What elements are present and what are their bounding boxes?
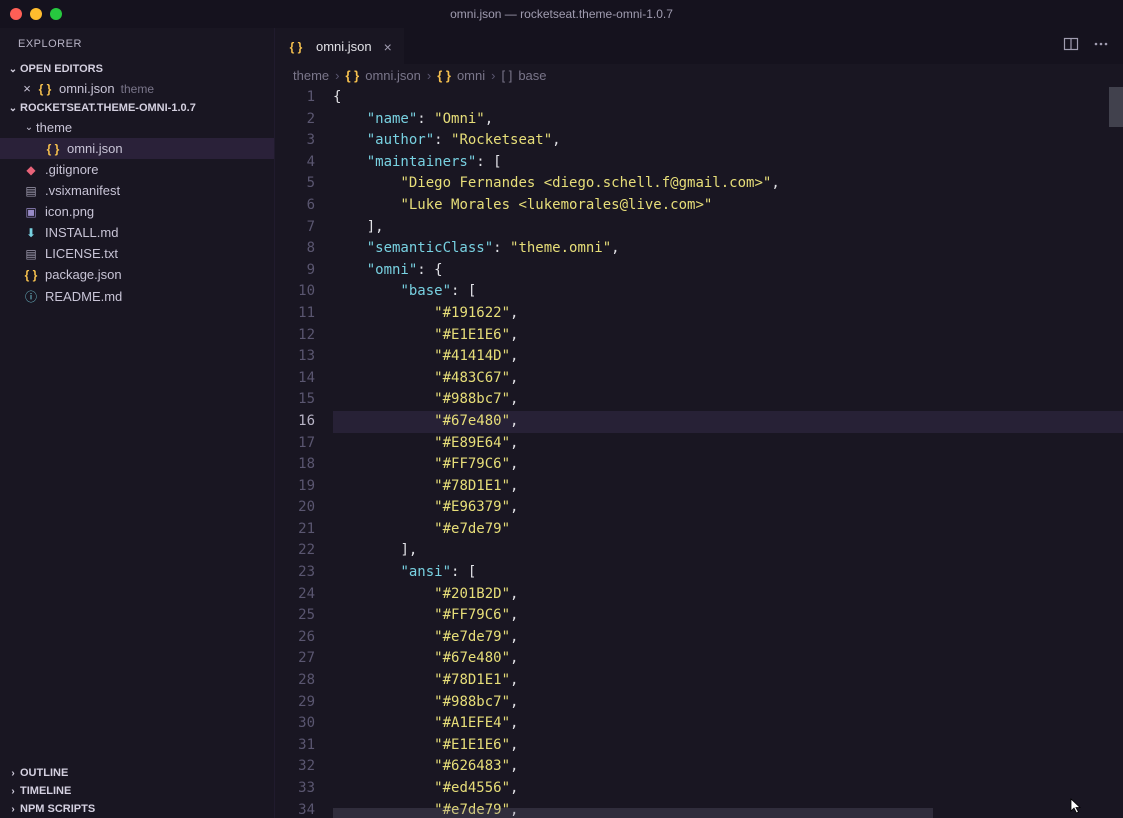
close-icon[interactable]: ×	[18, 81, 36, 96]
sidebar: EXPLORER ⌄ OPEN EDITORS × { } omni.json …	[0, 28, 275, 818]
tabs-row: { } omni.json ×	[275, 28, 1123, 64]
editor-area: { } omni.json × theme › { } omni.json › …	[275, 28, 1123, 818]
chevron-right-icon: ›	[335, 68, 339, 83]
file-name: icon.png	[45, 204, 94, 219]
tree-file-INSTALL-md[interactable]: ⬇INSTALL.md	[0, 222, 274, 243]
window-minimize-button[interactable]	[30, 8, 42, 20]
tree-file--gitignore[interactable]: ◆.gitignore	[0, 159, 274, 180]
chevron-right-icon: ›	[6, 804, 20, 815]
timeline-label: TIMELINE	[20, 785, 71, 797]
npm-scripts-header[interactable]: › NPM SCRIPTS	[0, 800, 274, 818]
breadcrumb-part[interactable]: omni.json	[365, 68, 421, 83]
chevron-down-icon: ⌄	[6, 103, 20, 114]
project-label: ROCKETSEAT.THEME-OMNI-1.0.7	[20, 102, 196, 114]
file-name: README.md	[45, 289, 122, 304]
chevron-down-icon: ⌄	[6, 64, 20, 75]
project-header[interactable]: ⌄ ROCKETSEAT.THEME-OMNI-1.0.7	[0, 99, 274, 117]
window-close-button[interactable]	[10, 8, 22, 20]
window-title: omni.json — rocketseat.theme-omni-1.0.7	[450, 7, 673, 21]
tree-file-package-json[interactable]: { }package.json	[0, 264, 274, 285]
tab-omni-json[interactable]: { } omni.json ×	[275, 28, 404, 64]
timeline-header[interactable]: › TIMELINE	[0, 782, 274, 800]
code-content[interactable]: { "name": "Omni", "author": "Rocketseat"…	[333, 87, 1123, 818]
tree-folder-theme[interactable]: ⌄ theme	[0, 117, 274, 138]
file-name: .vsixmanifest	[45, 183, 120, 198]
close-icon[interactable]: ×	[384, 39, 392, 55]
chevron-right-icon: ›	[491, 68, 495, 83]
tree-file-omni-json[interactable]: { }omni.json	[0, 138, 274, 159]
explorer-title: EXPLORER	[0, 28, 274, 60]
folder-name: theme	[36, 120, 72, 135]
more-actions-icon[interactable]	[1093, 36, 1109, 57]
mouse-cursor-icon	[1069, 798, 1085, 814]
git-icon: ◆	[22, 162, 45, 177]
minimap-scrollbar[interactable]	[1109, 87, 1123, 127]
braces-icon: { }	[44, 141, 67, 156]
open-editor-item[interactable]: × { } omni.json theme	[0, 78, 274, 99]
npm-label: NPM SCRIPTS	[20, 803, 95, 815]
code-editor[interactable]: 1234567891011121314151617181920212223242…	[275, 87, 1123, 818]
breadcrumb-part[interactable]: base	[518, 68, 546, 83]
braces-icon: { }	[36, 82, 54, 96]
tree-file--vsixmanifest[interactable]: ▤.vsixmanifest	[0, 180, 274, 201]
split-editor-icon[interactable]	[1063, 36, 1079, 57]
file-name: .gitignore	[45, 162, 98, 177]
doc-icon: ▤	[22, 183, 45, 198]
braces-icon: { }	[22, 267, 45, 282]
chevron-down-icon: ⌄	[22, 122, 36, 133]
open-editors-label: OPEN EDITORS	[20, 63, 103, 75]
breadcrumb-part[interactable]: omni	[457, 68, 485, 83]
tree-file-icon-png[interactable]: ▣icon.png	[0, 201, 274, 222]
file-name: LICENSE.txt	[45, 246, 118, 261]
chevron-right-icon: ›	[427, 68, 431, 83]
open-editor-filename: omni.json	[59, 81, 115, 96]
open-editors-header[interactable]: ⌄ OPEN EDITORS	[0, 60, 274, 78]
outline-header[interactable]: › OUTLINE	[0, 764, 274, 782]
file-name: INSTALL.md	[45, 225, 118, 240]
info-icon: ⓘ	[22, 288, 45, 305]
braces-icon: { }	[287, 40, 305, 54]
braces-icon: { }	[345, 68, 359, 83]
download-icon: ⬇	[22, 225, 45, 240]
tab-label: omni.json	[316, 39, 372, 54]
tree-file-README-md[interactable]: ⓘREADME.md	[0, 285, 274, 308]
braces-icon: { }	[437, 68, 451, 83]
breadcrumbs[interactable]: theme › { } omni.json › { } omni › [ ] b…	[275, 64, 1123, 87]
chevron-right-icon: ›	[6, 786, 20, 797]
tree-file-LICENSE-txt[interactable]: ▤LICENSE.txt	[0, 243, 274, 264]
open-editor-desc: theme	[121, 82, 154, 96]
image-icon: ▣	[22, 204, 45, 219]
horizontal-scrollbar[interactable]	[333, 808, 933, 818]
breadcrumb-part[interactable]: theme	[293, 68, 329, 83]
outline-label: OUTLINE	[20, 767, 68, 779]
line-gutter: 1234567891011121314151617181920212223242…	[275, 87, 333, 818]
chevron-right-icon: ›	[6, 768, 20, 779]
brackets-icon: [ ]	[501, 68, 512, 83]
file-name: omni.json	[67, 141, 123, 156]
doc-icon: ▤	[22, 246, 45, 261]
file-name: package.json	[45, 267, 122, 282]
titlebar: omni.json — rocketseat.theme-omni-1.0.7	[0, 0, 1123, 28]
window-maximize-button[interactable]	[50, 8, 62, 20]
